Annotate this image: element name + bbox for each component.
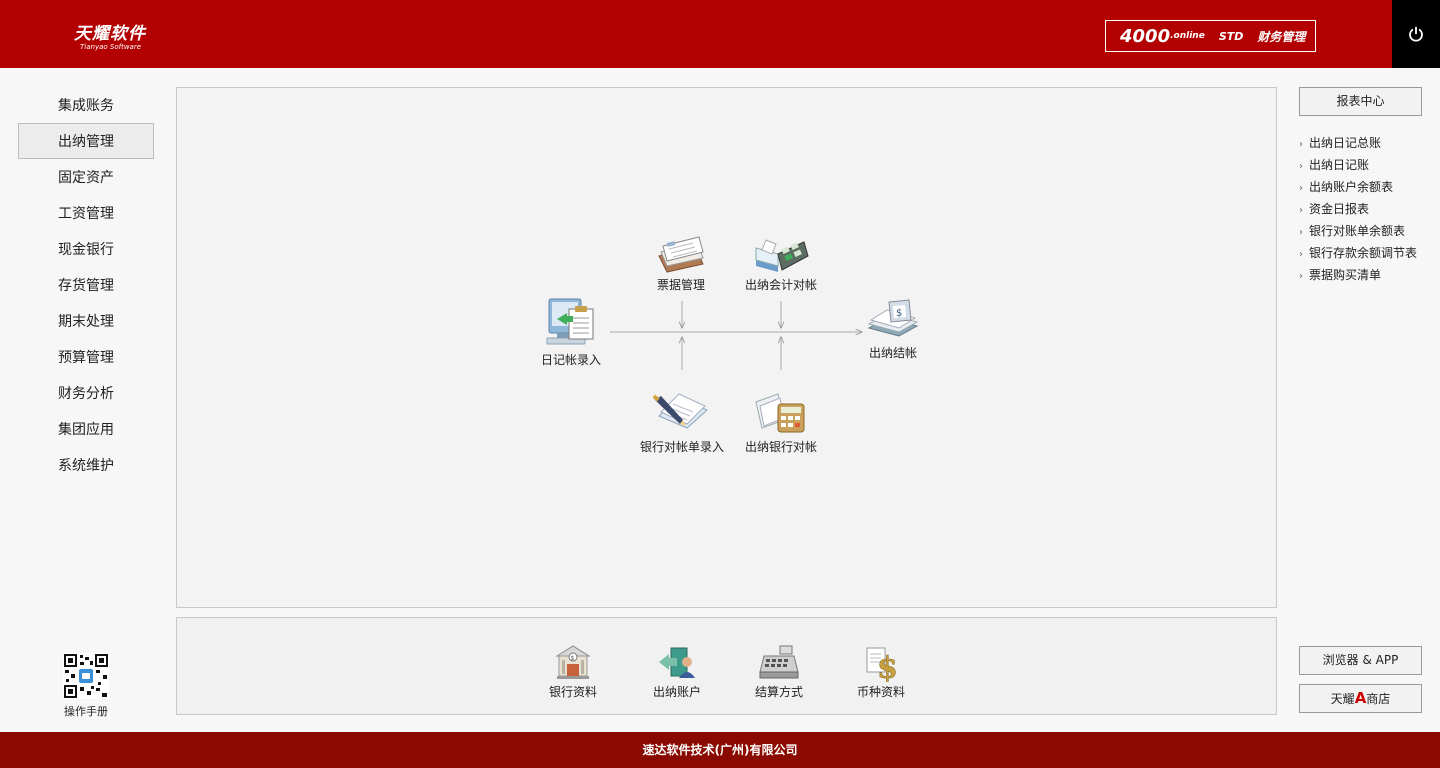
report-link-label: 出纳日记账: [1309, 158, 1370, 172]
report-link-label: 票据购买清单: [1309, 268, 1382, 282]
cashier-accounting-reconcile-icon: [755, 239, 809, 272]
report-list: › 出纳日记总账 › 出纳日记账 › 出纳账户余额表 › 资金日报表 › 银行对账单余额表…: [1299, 133, 1440, 287]
report-link-cashier-journal[interactable]: › 出纳日记账: [1299, 155, 1440, 177]
report-link-bill-purchase[interactable]: › 票据购买清单: [1299, 265, 1440, 287]
settlement-method-button[interactable]: 结算方式: [749, 642, 809, 700]
footer-bar: 速达软件技术(广州)有限公司: [0, 732, 1440, 768]
bank-statement-entry-button[interactable]: 银行对帐单录入: [632, 390, 732, 455]
bill-management-icon: [658, 236, 704, 273]
chevron-right-icon: ›: [1299, 139, 1303, 150]
store-prefix: 天耀: [1330, 692, 1355, 706]
bill-management-button[interactable]: 票据管理: [645, 234, 717, 293]
store-suffix: 商店: [1366, 692, 1391, 706]
nav-integrated-accounting[interactable]: 集成账务: [18, 87, 154, 123]
store-logo-mark: A: [1354, 689, 1367, 707]
report-link-label: 出纳日记总账: [1309, 136, 1382, 150]
product-badge: 4000 .online STD 财务管理: [1105, 20, 1316, 52]
svg-text:$: $: [877, 651, 898, 682]
currency-info-button[interactable]: $ 币种资料: [851, 642, 911, 700]
product-number: 4000: [1120, 25, 1171, 47]
brand-logo: 天耀软件 Tianyao Software: [74, 19, 146, 51]
store-button[interactable]: 天耀A商店: [1299, 684, 1422, 713]
report-link-label: 资金日报表: [1309, 202, 1370, 216]
report-center-button[interactable]: 报表中心: [1299, 87, 1422, 116]
browser-app-button[interactable]: 浏览器 & APP: [1299, 646, 1422, 675]
workflow-panel: 日记帐录入 票据管理 出纳会计对帐 $ 出纳结帐 银行对帐单录入 出纳银行对帐: [176, 87, 1277, 608]
cashier-close-button[interactable]: $ 出纳结帐: [863, 298, 923, 361]
report-link-bank-reconciliation[interactable]: › 银行存款余额调节表: [1299, 243, 1440, 265]
nav-group-apps[interactable]: 集团应用: [18, 411, 154, 447]
cashier-close-icon: $: [867, 299, 919, 337]
nav-inventory[interactable]: 存货管理: [18, 267, 154, 303]
settlement-method-label: 结算方式: [754, 685, 803, 699]
cash-register-icon: [759, 645, 799, 679]
chevron-right-icon: ›: [1299, 161, 1303, 172]
chevron-right-icon: ›: [1299, 183, 1303, 194]
bill-management-label: 票据管理: [656, 278, 705, 292]
report-link-label: 出纳账户余额表: [1309, 180, 1394, 194]
nav-fixed-assets[interactable]: 固定资产: [18, 159, 154, 195]
chevron-right-icon: ›: [1299, 271, 1303, 282]
cashier-account-button[interactable]: 出纳账户: [647, 642, 707, 700]
product-edition: STD: [1218, 29, 1244, 43]
logo-cn: 天耀软件: [74, 24, 146, 44]
currency-info-label: 币种资料: [856, 685, 905, 699]
currency-icon: $: [866, 647, 898, 682]
bank-statement-entry-label: 银行对帐单录入: [639, 440, 724, 454]
chevron-right-icon: ›: [1299, 249, 1303, 260]
bank-icon: $: [555, 645, 591, 679]
logo-en: Tianyao Software: [80, 43, 142, 51]
journal-entry-icon: [546, 298, 594, 345]
svg-text:$: $: [571, 655, 575, 662]
company-name: 速达软件技术(广州)有限公司: [642, 743, 798, 757]
workflow-connectors: [610, 301, 1278, 370]
module-nav: 集成账务 出纳管理 固定资产 工资管理 现金银行 存货管理 期末处理 预算管理 …: [18, 87, 154, 483]
chevron-right-icon: ›: [1299, 205, 1303, 216]
cashier-bank-reconcile-button[interactable]: 出纳银行对帐: [739, 390, 823, 455]
nav-cash-bank[interactable]: 现金银行: [18, 231, 154, 267]
cashier-bank-reconcile-label: 出纳银行对帐: [744, 440, 817, 454]
product-online: .online: [1170, 31, 1205, 41]
cashier-accounting-reconcile-label: 出纳会计对帐: [744, 278, 817, 292]
report-link-label: 银行存款余额调节表: [1309, 246, 1418, 260]
cashier-accounting-reconcile-button[interactable]: 出纳会计对帐: [739, 234, 823, 293]
qr-code-icon[interactable]: [63, 653, 109, 699]
svg-text:$: $: [896, 308, 902, 319]
report-link-account-balance[interactable]: › 出纳账户余额表: [1299, 177, 1440, 199]
basic-data-panel: $ 银行资料 出纳账户 结算方式 $ 币种资料: [176, 617, 1277, 715]
bank-info-label: 银行资料: [548, 685, 597, 699]
header-bar: 天耀软件 Tianyao Software 4000 .online STD 财…: [0, 0, 1392, 68]
nav-financial-analysis[interactable]: 财务分析: [18, 375, 154, 411]
journal-entry-button[interactable]: 日记帐录入: [533, 295, 609, 368]
cashier-bank-reconcile-icon: [755, 393, 805, 433]
product-name: 财务管理: [1257, 29, 1306, 44]
nav-payroll[interactable]: 工资管理: [18, 195, 154, 231]
bank-info-button[interactable]: $ 银行资料: [543, 642, 603, 700]
nav-cashier-management[interactable]: 出纳管理: [18, 123, 154, 159]
chevron-right-icon: ›: [1299, 227, 1303, 238]
cashier-account-icon: [659, 647, 695, 678]
cashier-close-label: 出纳结帐: [868, 346, 917, 360]
bank-statement-entry-icon: [653, 393, 708, 429]
report-link-daily-funds[interactable]: › 资金日报表: [1299, 199, 1440, 221]
report-link-cashier-general-ledger[interactable]: › 出纳日记总账: [1299, 133, 1440, 155]
cashier-account-label: 出纳账户: [652, 685, 701, 699]
power-button[interactable]: [1392, 0, 1440, 68]
nav-system-maintenance[interactable]: 系统维护: [18, 447, 154, 483]
report-link-label: 银行对账单余额表: [1309, 224, 1406, 238]
nav-budget[interactable]: 预算管理: [18, 339, 154, 375]
report-link-bank-statement-balance[interactable]: › 银行对账单余额表: [1299, 221, 1440, 243]
power-icon: [1409, 27, 1423, 42]
manual-label[interactable]: 操作手册: [46, 703, 126, 719]
journal-entry-label: 日记帐录入: [540, 353, 601, 367]
app-root: 天耀软件 Tianyao Software 4000 .online STD 财…: [0, 0, 1440, 768]
nav-period-end[interactable]: 期末处理: [18, 303, 154, 339]
